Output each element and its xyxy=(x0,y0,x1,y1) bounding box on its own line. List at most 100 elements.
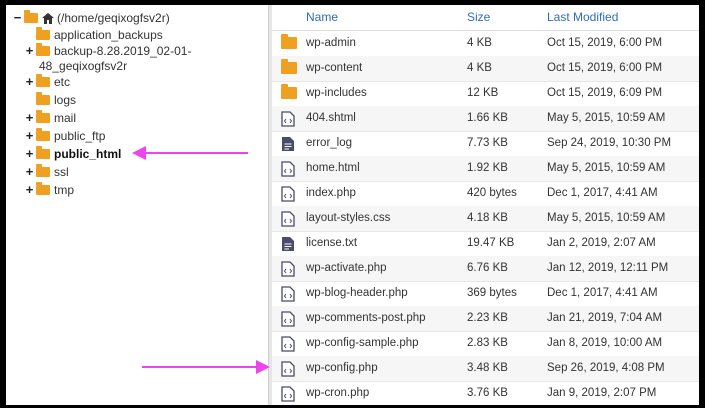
expand-icon[interactable]: + xyxy=(25,183,34,196)
folder-icon xyxy=(36,27,50,40)
tree-item-label: tmp xyxy=(54,183,75,197)
file-size: 6.76 KB xyxy=(467,262,508,274)
file-modified: May 5, 2015, 10:59 AM xyxy=(547,212,666,224)
folder-icon xyxy=(281,59,297,74)
tree-item-ssl[interactable]: + ssl xyxy=(25,163,69,181)
file-row[interactable]: 404.shtml 1.66 KB May 5, 2015, 10:59 AM xyxy=(272,106,699,132)
file-list: Name Size Last Modified wp-admin 4 KB Oct … xyxy=(272,5,699,405)
file-modified: Dec 1, 2017, 4:41 AM xyxy=(547,187,658,199)
file-size: 2.83 KB xyxy=(467,337,508,349)
file-modified: Jan 8, 2019, 10:00 AM xyxy=(547,337,663,349)
file-row[interactable]: wp-comments-post.php 2.23 KB Jan 21, 2019,… xyxy=(272,306,699,332)
file-modified: Sep 24, 2019, 10:30 PM xyxy=(547,137,672,149)
file-row[interactable]: wp-cron.php 3.76 KB Jan 9, 2019, 2:07 PM xyxy=(272,381,699,405)
file-name: index.php xyxy=(306,187,356,199)
file-size: 1.92 KB xyxy=(467,162,508,174)
file-row[interactable]: wp-content 4 KB Oct 15, 2019, 6:00 PM xyxy=(272,56,699,82)
expand-icon[interactable]: + xyxy=(25,129,34,142)
file-name: 404.shtml xyxy=(306,112,356,124)
tree-item-label: logs xyxy=(54,93,77,107)
tree-root[interactable]: − (/home/geqixogfsv2r) xyxy=(13,9,170,27)
directory-tree: − (/home/geqixogfsv2r) application_backu… xyxy=(6,5,268,405)
tree-item-public-ftp[interactable]: + public_ftp xyxy=(25,127,105,145)
file-name: wp-config.php xyxy=(306,362,378,374)
file-list-header: Name Size Last Modified xyxy=(272,5,699,31)
file-row[interactable]: wp-blog-header.php 369 bytes Dec 1, 2017, … xyxy=(272,281,699,307)
file-size: 369 bytes xyxy=(467,287,517,299)
code-file-icon xyxy=(281,336,295,352)
tree-item-logs[interactable]: logs xyxy=(25,91,76,109)
column-header-last-modified[interactable]: Last Modified xyxy=(547,10,618,24)
folder-icon xyxy=(36,164,50,177)
tree-item-etc[interactable]: + etc xyxy=(25,73,70,91)
code-file-icon xyxy=(281,111,295,127)
folder-icon xyxy=(36,110,50,123)
folder-icon xyxy=(36,74,50,87)
code-file-icon xyxy=(281,211,295,227)
expand-icon[interactable]: + xyxy=(25,75,34,88)
file-row[interactable]: index.php 420 bytes Dec 1, 2017, 4:41 AM xyxy=(272,181,699,207)
file-name: wp-comments-post.php xyxy=(306,312,426,324)
file-modified: Oct 15, 2019, 6:00 PM xyxy=(547,37,663,49)
file-name: home.html xyxy=(306,162,360,174)
collapse-icon[interactable]: − xyxy=(13,11,22,24)
tree-item-label: etc xyxy=(54,75,71,89)
folder-icon xyxy=(281,34,297,49)
file-row[interactable]: layout-styles.css 4.18 KB May 5, 2015, 10:… xyxy=(272,206,699,232)
tree-item-label: application_backups xyxy=(54,28,163,42)
file-name: wp-includes xyxy=(306,87,367,99)
file-modified: Jan 2, 2019, 2:07 AM xyxy=(547,237,656,249)
file-modified: Sep 26, 2019, 4:08 PM xyxy=(547,362,665,374)
file-name: wp-cron.php xyxy=(306,387,370,399)
code-file-icon xyxy=(281,311,295,327)
text-file-icon xyxy=(282,137,294,151)
column-header-size[interactable]: Size xyxy=(467,10,490,24)
folder-icon xyxy=(36,146,50,159)
file-name: error_log xyxy=(306,137,353,149)
file-row[interactable]: wp-config-sample.php 2.83 KB Jan 8, 2019, … xyxy=(272,331,699,357)
code-file-icon xyxy=(281,361,295,377)
file-size: 3.76 KB xyxy=(467,387,508,399)
tree-item-label: mail xyxy=(54,111,77,125)
tree-item-label: public_html xyxy=(54,147,122,161)
file-row[interactable]: wp-includes 12 KB Oct 15, 2019, 6:09 PM xyxy=(272,81,699,107)
code-file-icon xyxy=(281,161,295,177)
file-row[interactable]: error_log 7.73 KB Sep 24, 2019, 10:30 PM xyxy=(272,131,699,157)
file-modified: Jan 9, 2019, 2:07 PM xyxy=(547,387,657,399)
file-row[interactable]: wp-activate.php 6.76 KB Jan 12, 2019, 12:1… xyxy=(272,256,699,282)
file-row[interactable]: license.txt 19.47 KB Jan 2, 2019, 2:07 AM xyxy=(272,231,699,257)
tree-item-mail[interactable]: + mail xyxy=(25,109,76,127)
file-modified: May 5, 2015, 10:59 AM xyxy=(547,112,666,124)
file-name: wp-activate.php xyxy=(306,262,387,274)
file-row[interactable]: wp-admin 4 KB Oct 15, 2019, 6:00 PM xyxy=(272,31,699,57)
code-file-icon xyxy=(281,186,295,202)
file-manager-window: − (/home/geqixogfsv2r) application_backu… xyxy=(6,5,699,405)
expand-icon[interactable]: + xyxy=(25,44,34,57)
tree-item-label: backup-8.28.2019_02-01- xyxy=(54,44,192,58)
file-name: layout-styles.css xyxy=(306,212,391,224)
file-size: 2.23 KB xyxy=(467,312,508,324)
folder-icon xyxy=(281,84,297,99)
file-name: license.txt xyxy=(306,237,358,249)
file-name: wp-blog-header.php xyxy=(306,287,408,299)
text-file-icon xyxy=(282,237,294,251)
tree-item-public-html[interactable]: + public_html xyxy=(25,145,121,163)
file-size: 420 bytes xyxy=(467,187,517,199)
expand-icon[interactable]: + xyxy=(25,147,34,160)
folder-icon xyxy=(24,10,38,23)
file-modified: Oct 15, 2019, 6:00 PM xyxy=(547,62,663,74)
annotation-arrow-wp-config xyxy=(142,360,270,374)
file-row[interactable]: wp-config.php 3.48 KB Sep 26, 2019, 4:08 P… xyxy=(272,356,699,382)
column-header-name[interactable]: Name xyxy=(306,10,338,24)
annotation-arrow-public-html xyxy=(132,146,248,160)
file-name: wp-admin xyxy=(306,37,356,49)
file-modified: May 5, 2015, 10:59 AM xyxy=(547,162,666,174)
code-file-icon xyxy=(281,386,295,402)
expand-icon[interactable]: + xyxy=(25,111,34,124)
tree-item-tmp[interactable]: + tmp xyxy=(25,181,74,199)
file-size: 4 KB xyxy=(467,62,492,74)
file-name: wp-content xyxy=(306,62,363,74)
expand-icon[interactable]: + xyxy=(25,165,34,178)
file-row[interactable]: home.html 1.92 KB May 5, 2015, 10:59 AM xyxy=(272,156,699,182)
file-modified: Oct 15, 2019, 6:09 PM xyxy=(547,87,663,99)
